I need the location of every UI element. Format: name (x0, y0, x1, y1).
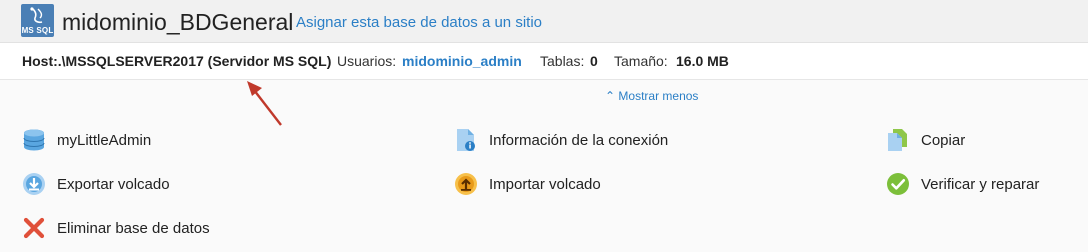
action-label: Verificar y reparar (921, 175, 1040, 193)
chevron-up-icon: ⌃ (605, 89, 616, 103)
users-link[interactable]: midominio_admin (402, 43, 522, 79)
delete-icon (23, 217, 45, 239)
action-label: Eliminar base de datos (57, 219, 210, 237)
copy-icon (888, 129, 907, 151)
import-icon (455, 173, 477, 195)
action-connection-info[interactable]: Información de la conexión (454, 127, 668, 153)
action-label: Importar volcado (489, 175, 601, 193)
action-copy[interactable]: Copiar (886, 127, 965, 153)
connection-info-icon (457, 129, 475, 151)
check-icon (887, 173, 909, 195)
action-label: Exportar volcado (57, 175, 170, 193)
show-less-toggle[interactable]: ⌃ Mostrar menos (605, 88, 698, 104)
logo-text: MS SQL (21, 26, 54, 35)
size-label: Tamaño: (614, 53, 668, 69)
action-export-dump[interactable]: Exportar volcado (22, 171, 170, 197)
mssql-logo-icon: MS SQL (21, 4, 54, 37)
database-title: midominio_BDGeneral (62, 9, 294, 35)
tables-label: Tablas: (540, 53, 585, 69)
export-icon (23, 173, 45, 195)
size-value: 16.0 MB (676, 53, 729, 69)
database-header: MS SQL midominio_BDGeneral Asignar esta … (0, 0, 1088, 43)
users-label: Usuarios: (337, 53, 397, 69)
assign-site-link[interactable]: Asignar esta base de datos a un sitio (296, 14, 542, 32)
tables-value: 0 (590, 53, 598, 69)
action-import-dump[interactable]: Importar volcado (454, 171, 601, 197)
host-info: Host:.\MSSQLSERVER2017 (Servidor MS SQL) (22, 53, 332, 69)
action-label: Información de la conexión (489, 131, 669, 149)
action-label: myLittleAdmin (57, 131, 152, 149)
action-delete-database[interactable]: Eliminar base de datos (22, 215, 210, 241)
database-icon (23, 129, 45, 151)
action-label: Copiar (921, 131, 966, 149)
database-info-bar: Host:.\MSSQLSERVER2017 (Servidor MS SQL)… (0, 43, 1088, 80)
action-mylittleadmin[interactable]: myLittleAdmin (22, 127, 151, 153)
show-less-label: Mostrar menos (618, 89, 699, 103)
action-verify-repair[interactable]: Verificar y reparar (886, 171, 1039, 197)
annotation-arrow (247, 81, 282, 126)
